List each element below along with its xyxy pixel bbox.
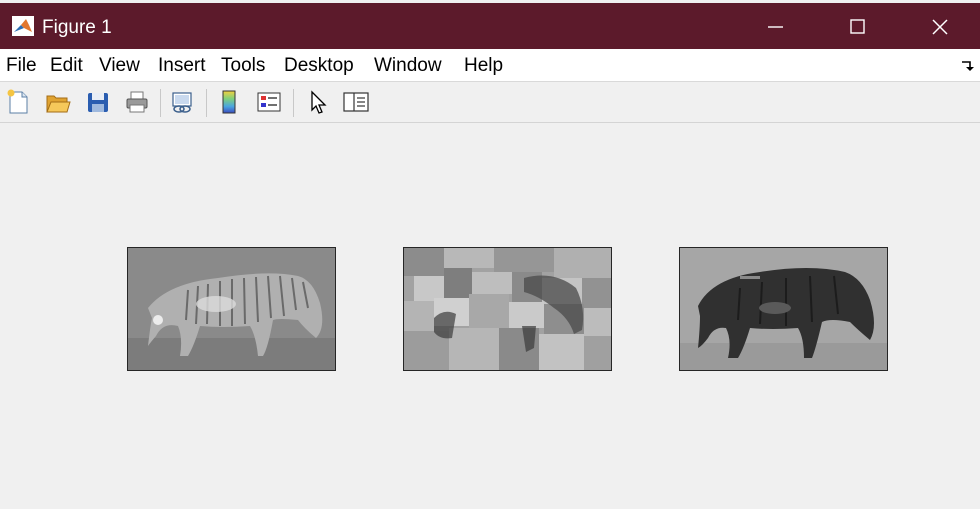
menu-file[interactable]: File (6, 55, 37, 77)
edit-plot-icon[interactable] (304, 88, 332, 116)
open-file-icon[interactable] (44, 88, 72, 116)
toolbar-separator (206, 89, 207, 117)
maximize-button[interactable] (826, 3, 890, 49)
figure-canvas[interactable] (0, 123, 980, 509)
link-plot-icon[interactable] (168, 88, 196, 116)
menu-help[interactable]: Help (464, 55, 503, 77)
insert-colorbar-icon[interactable] (216, 88, 244, 116)
zebra-foreground[interactable] (679, 247, 888, 371)
matlab-logo-icon (12, 16, 34, 36)
new-figure-icon[interactable] (5, 88, 33, 116)
zebra-grayscale[interactable] (127, 247, 336, 371)
print-icon[interactable] (123, 88, 151, 116)
menu-tools[interactable]: Tools (221, 55, 265, 77)
minimize-button[interactable] (744, 3, 808, 49)
save-icon[interactable] (84, 88, 112, 116)
window-title: Figure 1 (42, 17, 112, 38)
menu-bar: File Edit View Insert Tools Desktop Wind… (0, 49, 980, 82)
property-inspector-icon[interactable] (342, 88, 370, 116)
menu-view[interactable]: View (99, 55, 140, 77)
maximize-icon (850, 19, 865, 34)
figure-toolbar (0, 82, 980, 123)
zebra-segmented[interactable] (403, 247, 612, 371)
menu-window[interactable]: Window (374, 55, 442, 77)
title-bar[interactable]: Figure 1 (0, 0, 980, 49)
toolbar-separator (293, 89, 294, 117)
dock-arrow-icon[interactable] (961, 59, 975, 71)
minimize-icon (768, 26, 783, 28)
close-button[interactable] (908, 3, 972, 49)
menu-desktop[interactable]: Desktop (284, 55, 354, 77)
menu-insert[interactable]: Insert (158, 55, 206, 77)
menu-edit[interactable]: Edit (50, 55, 83, 77)
close-icon (932, 19, 948, 35)
insert-legend-icon[interactable] (255, 88, 283, 116)
toolbar-separator (160, 89, 161, 117)
